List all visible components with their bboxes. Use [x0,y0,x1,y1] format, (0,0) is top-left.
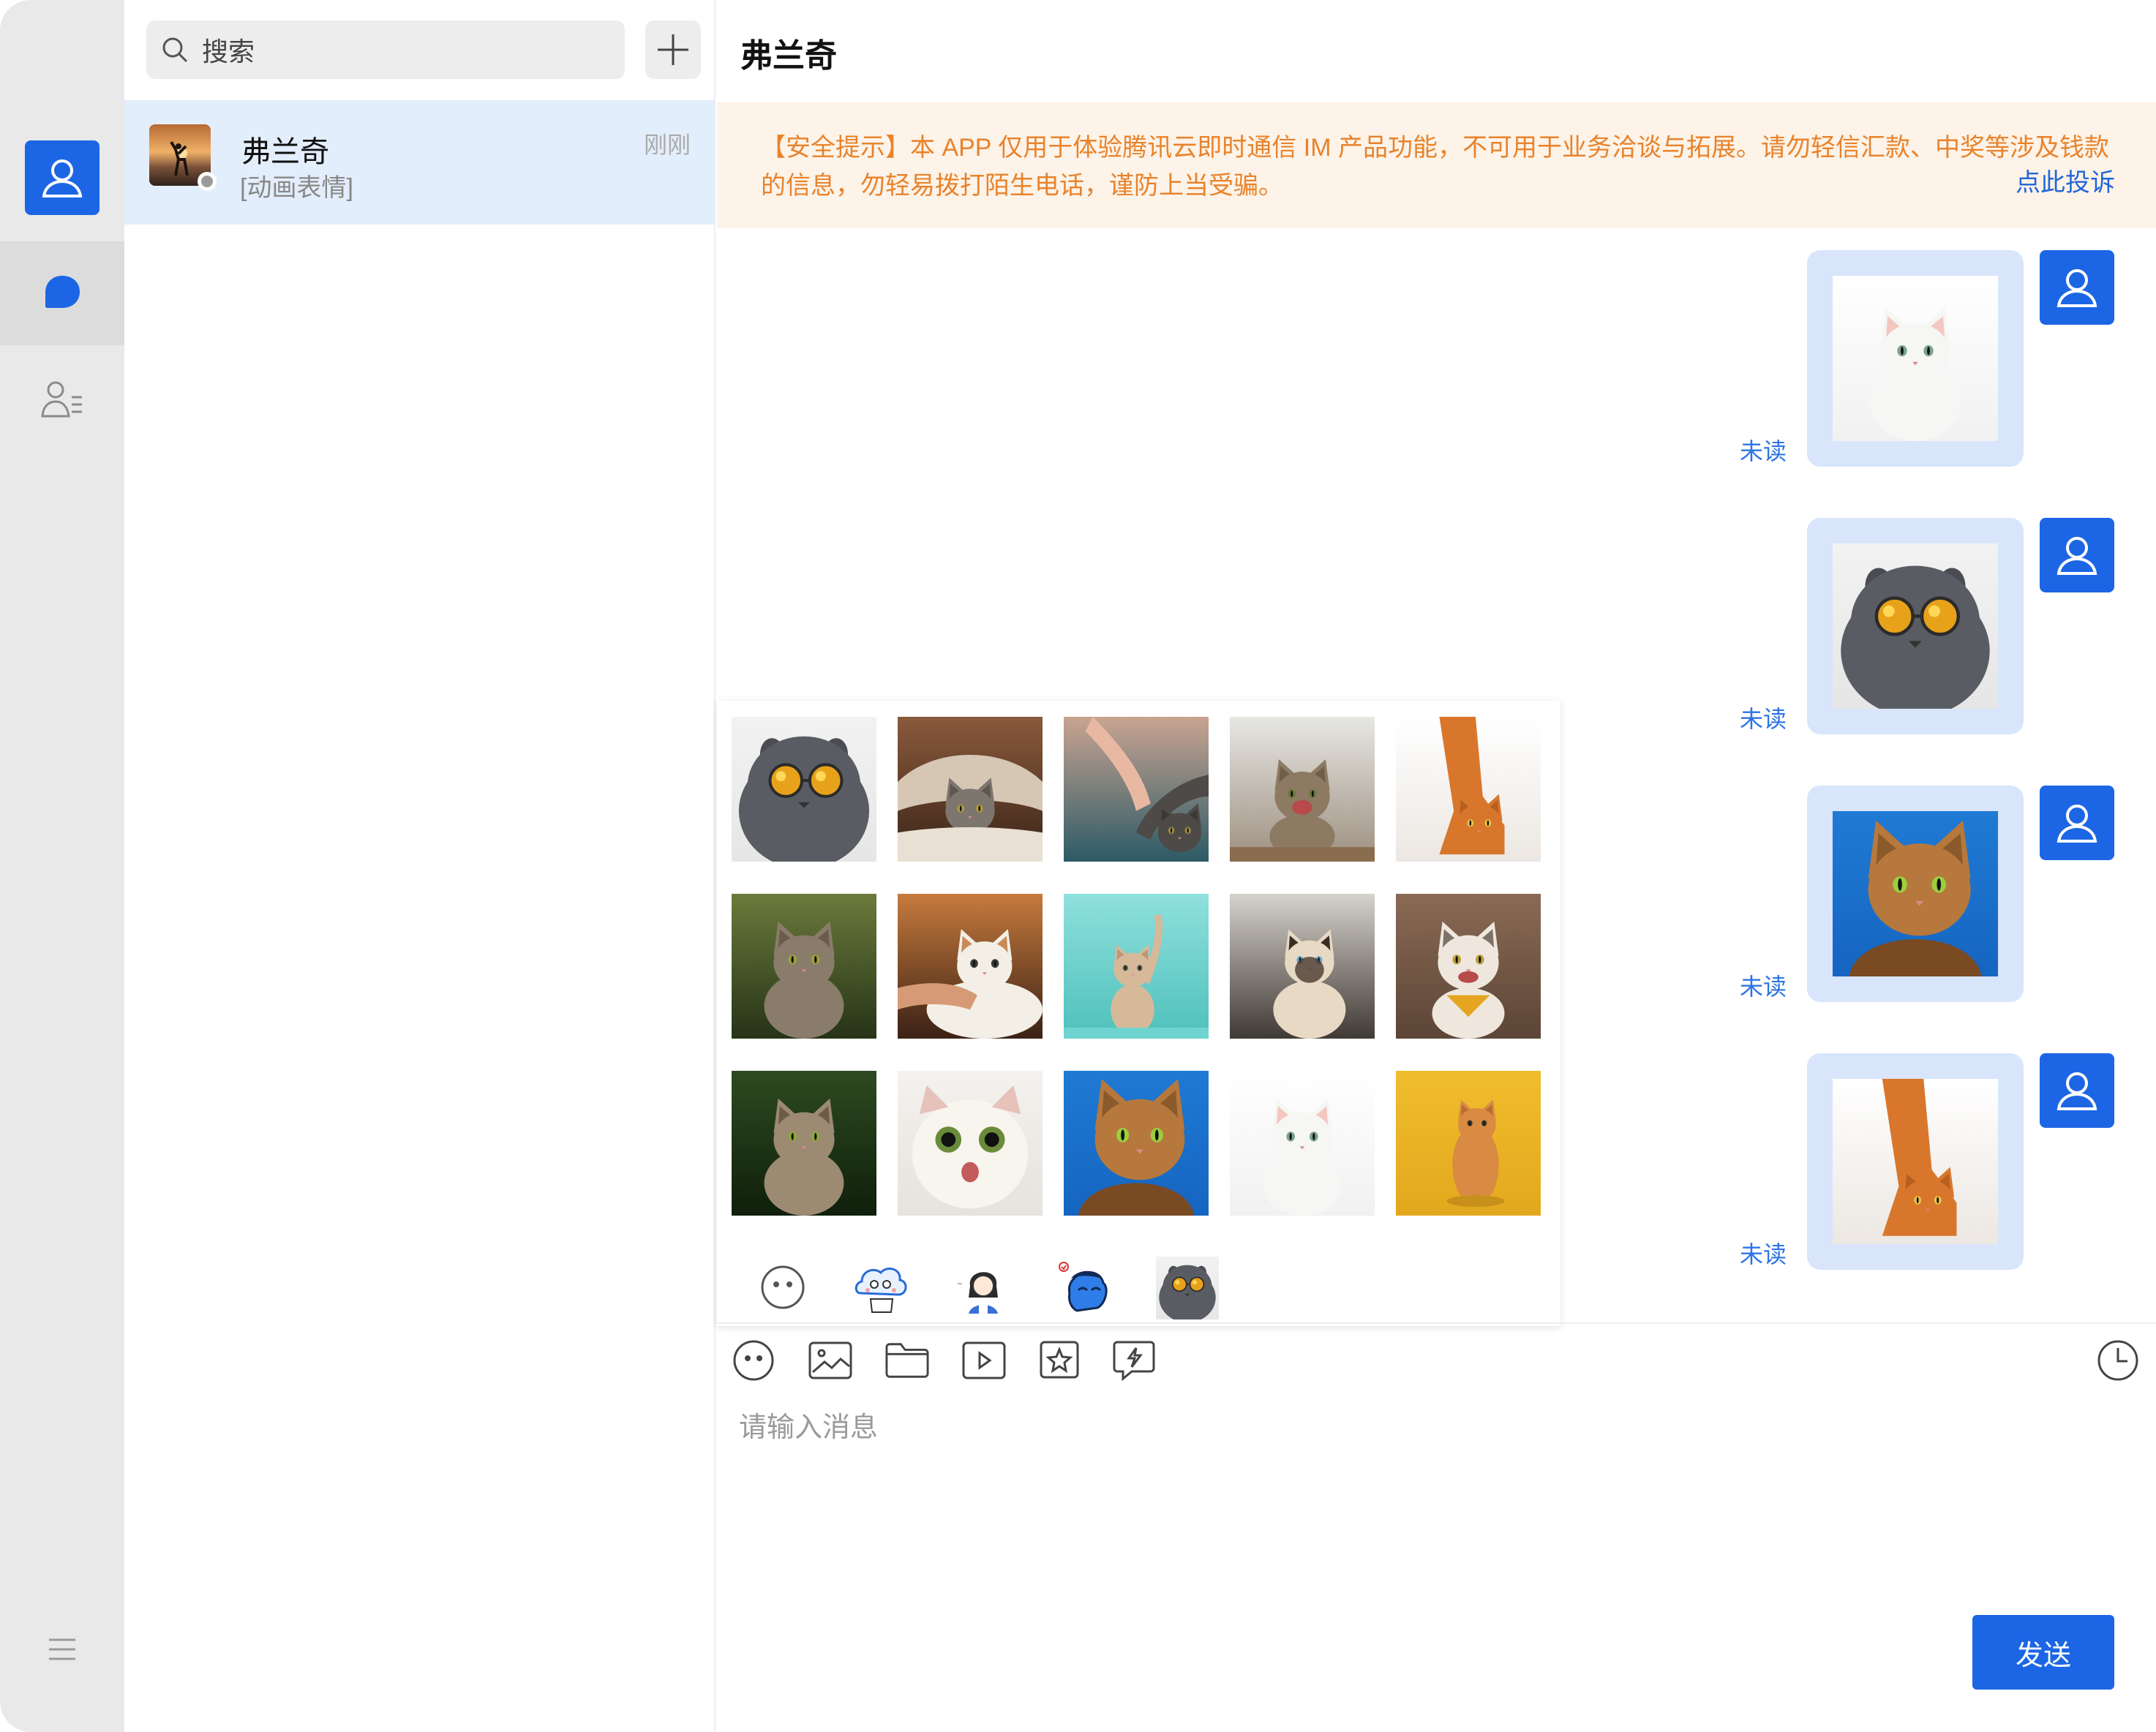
sticker-cat-blue-bg[interactable] [1064,1071,1209,1216]
search-box[interactable]: 搜索 [146,20,625,79]
sticker-cat-yellow-bg[interactable] [1396,1071,1541,1216]
conversation-last-message: [动画表情] [240,174,353,202]
smiley-face-icon [733,1340,774,1381]
video-play-icon [962,1341,1006,1379]
contacts-icon [41,381,82,418]
sticker-cat-sunglasses[interactable] [732,717,876,862]
message-input[interactable] [739,1404,2129,1587]
cloud-character-tab[interactable] [850,1257,912,1318]
search-placeholder: 搜索 [202,37,255,67]
read-status: 未读 [1740,706,1787,732]
image-message-bubble[interactable] [1807,1053,2024,1270]
nav-menu[interactable] [0,1624,124,1675]
sticker-tabby-kitten[interactable] [732,1071,876,1216]
sender-avatar[interactable] [2040,250,2114,325]
file-button[interactable] [885,1338,929,1382]
lightning-bubble-icon [1113,1341,1155,1382]
blue-character-icon [1059,1262,1108,1312]
nav-rail [0,0,124,1732]
sticker-panel: ~ [717,701,1560,1326]
sticker-white-cat[interactable] [1230,1071,1375,1216]
image-icon [808,1341,852,1379]
person-icon [2057,269,2097,307]
read-status: 未读 [1740,1241,1787,1268]
star-box-icon [1040,1341,1079,1379]
cat-sunglasses-tab[interactable] [1156,1257,1219,1319]
user-avatar[interactable] [25,140,99,215]
sender-avatar[interactable] [2040,1053,2114,1128]
message-row: 未读 [715,250,2156,470]
folder-icon [885,1343,929,1378]
white-cat-image [1833,276,1998,441]
person-icon [42,159,83,197]
person-icon [2057,537,2097,575]
chat-bubble-icon [45,276,80,308]
person-icon [2057,805,2097,843]
clock-icon [2097,1340,2138,1381]
image-message-bubble[interactable] [1807,786,2024,1002]
plus-icon [658,34,688,65]
sticker-siamese-cat[interactable] [1230,894,1375,1039]
svg-text:~: ~ [957,1281,963,1288]
emoji-tab[interactable] [752,1257,814,1318]
sticker-tabs: ~ [717,1249,1560,1322]
orange-cat-stretch-image [1833,1079,1998,1244]
cat-sunglasses-image [1833,543,1998,709]
blue-character-tab[interactable] [1055,1257,1116,1318]
cloud-character-icon [854,1268,907,1313]
report-link[interactable]: 点此投诉 [2016,164,2115,202]
sticker-surprised-white-cat[interactable] [898,1071,1043,1216]
security-notice: 【安全提示】本 APP 仅用于体验腾讯云即时通信 IM 产品功能，不可用于业务洽… [717,102,2156,228]
search-icon [162,37,188,63]
person-icon [2057,1072,2097,1110]
history-button[interactable] [2096,1338,2140,1382]
image-message-bubble[interactable] [1807,250,2024,467]
sticker-orange-cat-stretch[interactable] [1396,717,1541,862]
girl-character-icon: ~ [957,1272,998,1314]
sticker-cat-under-blanket[interactable] [898,717,1043,862]
image-button[interactable] [808,1338,852,1382]
sticker-cat-being-petted[interactable] [898,894,1043,1039]
favorite-sticker-button[interactable] [1037,1338,1081,1382]
nav-contacts[interactable] [0,358,124,439]
hamburger-menu-icon [49,1638,75,1660]
send-button[interactable]: 发送 [1972,1615,2114,1690]
cat-blue-bg-image [1833,811,1998,976]
sticker-cat-paw-high-five[interactable] [1064,717,1209,862]
chat-panel: 弗兰奇 【安全提示】本 APP 仅用于体验腾讯云即时通信 IM 产品功能，不可用… [715,0,2156,1732]
conversation-list-panel: 搜索 弗兰奇 [动画表情] 刚刚 [124,0,715,1732]
read-status: 未读 [1740,974,1787,1000]
conversation-item[interactable]: 弗兰奇 [动画表情] 刚刚 [124,100,715,225]
online-status-dot [198,172,217,191]
image-message-bubble[interactable] [1807,518,2024,734]
input-divider [715,1322,2156,1324]
girl-character-tab[interactable]: ~ [953,1257,1014,1318]
chat-title: 弗兰奇 [740,38,837,74]
sticker-kitten-reaching[interactable] [1064,894,1209,1039]
add-button[interactable] [645,20,701,79]
conversation-name: 弗兰奇 [241,136,329,168]
cat-sunglasses-thumbnail [1156,1257,1219,1319]
conversation-time: 刚刚 [643,132,691,158]
security-notice-text: 【安全提示】本 APP 仅用于体验腾讯云即时通信 IM 产品功能，不可用于业务洽… [761,134,2109,200]
sticker-tabby-sitting[interactable] [732,894,876,1039]
read-status: 未读 [1740,438,1787,464]
video-button[interactable] [962,1338,1006,1382]
sender-avatar[interactable] [2040,786,2114,860]
sticker-kitten-meowing[interactable] [1230,717,1375,862]
emoji-button[interactable] [732,1338,775,1382]
smiley-face-icon [761,1265,805,1309]
nav-conversations[interactable] [0,241,124,345]
quick-reply-button[interactable] [1112,1338,1156,1382]
sticker-cat-yellow-bandana[interactable] [1396,894,1541,1039]
sender-avatar[interactable] [2040,518,2114,592]
